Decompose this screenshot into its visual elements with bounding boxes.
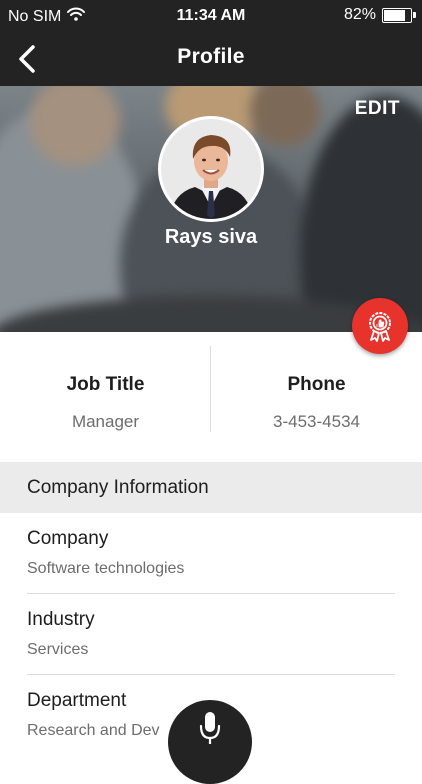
avatar[interactable] [158, 116, 264, 222]
profile-name: Rays siva [164, 226, 258, 248]
job-title-value: Manager [71, 412, 140, 431]
microphone-icon [199, 712, 221, 744]
cover-figure [300, 96, 422, 332]
avatar-portrait [161, 119, 261, 219]
edit-button[interactable]: EDIT [355, 98, 400, 120]
list-item-company: Company Software technologies [27, 513, 395, 594]
industry-label: Industry [27, 609, 95, 630]
battery-fill [384, 9, 405, 21]
profile-cover: EDIT Rays siva [0, 86, 422, 332]
job-title-label: Job Title [66, 374, 145, 395]
list-item-industry: Industry Services [27, 594, 395, 675]
company-label: Company [27, 528, 109, 549]
profile-summary: Job Title Manager Phone 3-453-4534 [0, 332, 422, 462]
department-value: Research and Dev [27, 722, 160, 739]
page-title: Profile [177, 45, 245, 68]
company-info-header: Company Information [0, 462, 422, 513]
section-title: Company Information [27, 477, 209, 498]
battery-percent: 82% [343, 6, 376, 23]
nav-bar: Profile [0, 32, 422, 86]
voice-input-button[interactable] [168, 700, 252, 784]
award-ribbon-icon [369, 312, 391, 342]
battery-icon [382, 7, 416, 23]
badge-button[interactable] [352, 298, 408, 354]
phone-label: Phone [287, 374, 346, 395]
department-label: Department [27, 690, 127, 711]
job-title-field: Job Title Manager [0, 332, 211, 462]
industry-value: Services [27, 641, 89, 658]
phone-value[interactable]: 3-453-4534 [211, 412, 422, 432]
status-bar: No SIM 11:34 AM 82% [0, 0, 422, 32]
company-value: Software technologies [27, 560, 185, 577]
status-right: 82% [343, 6, 416, 24]
cover-figure [250, 86, 320, 146]
